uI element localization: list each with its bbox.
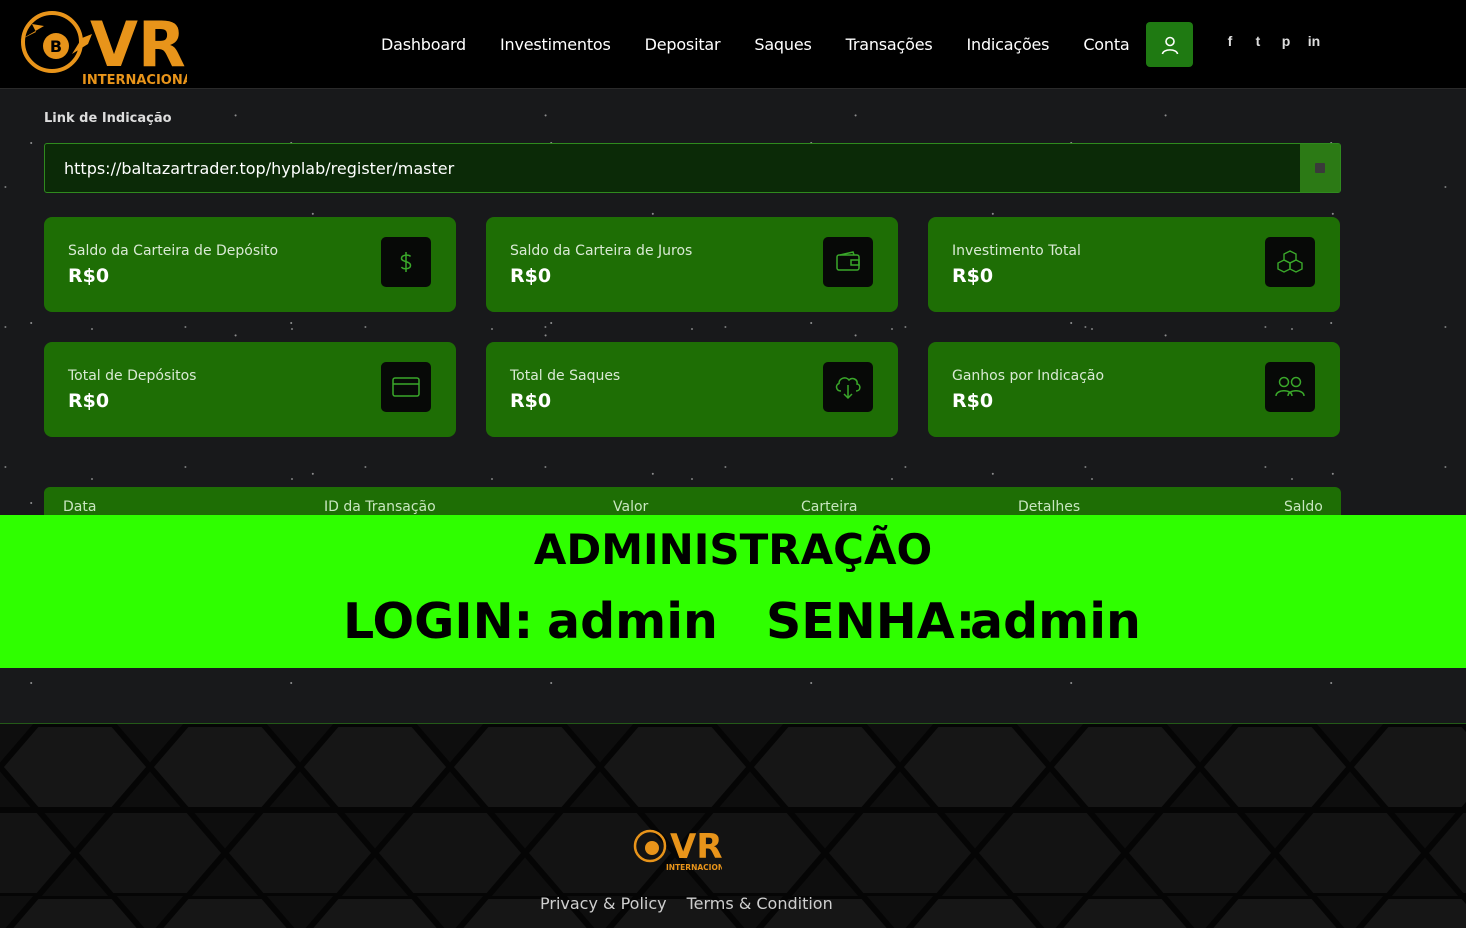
card-value: R$0 xyxy=(68,265,110,287)
password-value: admin xyxy=(970,593,1141,650)
card-value: R$0 xyxy=(68,390,110,412)
main-nav: Dashboard Investimentos Depositar Saques… xyxy=(381,30,1164,58)
nav-saques[interactable]: Saques xyxy=(754,35,811,54)
card-value: R$0 xyxy=(952,390,994,412)
svg-text:INTERNACIONAL: INTERNACIONAL xyxy=(82,73,187,86)
card-interest-wallet: Saldo da Carteira de Juros R$0 xyxy=(486,217,898,312)
column-header-saldo[interactable]: Saldo xyxy=(1284,499,1323,515)
nav-depositar[interactable]: Depositar xyxy=(645,35,721,54)
card-title: Saldo da Carteira de Juros xyxy=(510,243,693,259)
column-header-detalhes[interactable]: Detalhes xyxy=(1018,499,1080,515)
admin-credentials-banner: ADMINISTRAÇÃO LOGIN: admin SENHA: admin xyxy=(0,515,1466,668)
column-header-carteira[interactable]: Carteira xyxy=(801,499,857,515)
dollar-icon xyxy=(381,237,431,287)
svg-text:VR: VR xyxy=(670,827,722,867)
login-label: LOGIN: xyxy=(343,593,534,650)
svg-text:INTERNACIONAL: INTERNACIONAL xyxy=(666,863,722,872)
footer-logo[interactable]: VR INTERNACIONAL xyxy=(630,824,735,872)
social-links: f t p in xyxy=(1222,33,1322,49)
card-referral-earnings: Ganhos por Indicação R$0 xyxy=(928,342,1340,437)
card-total-withdrawals: Total de Saques R$0 xyxy=(486,342,898,437)
nav-investimentos[interactable]: Investimentos xyxy=(500,35,611,54)
top-header: B VR INTERNACIONAL Dashboard Investiment… xyxy=(0,0,1466,89)
wallet-icon xyxy=(823,237,873,287)
password-label: SENHA: xyxy=(766,593,976,650)
pinterest-icon[interactable]: p xyxy=(1278,33,1294,49)
card-value: R$0 xyxy=(952,265,994,287)
linkedin-icon[interactable]: in xyxy=(1306,33,1322,49)
card-total-investment: Investimento Total R$0 xyxy=(928,217,1340,312)
column-header-data[interactable]: Data xyxy=(63,499,96,515)
copy-link-button[interactable] xyxy=(1300,144,1340,192)
nav-indicacoes[interactable]: Indicações xyxy=(966,35,1049,54)
twitter-icon[interactable]: t xyxy=(1250,33,1266,49)
copy-icon xyxy=(1315,163,1325,173)
card-deposit-wallet: Saldo da Carteira de Depósito R$0 xyxy=(44,217,456,312)
facebook-icon[interactable]: f xyxy=(1222,33,1238,49)
referral-link-input[interactable] xyxy=(45,144,1301,192)
footer-links: Privacy & Policy Terms & Condition xyxy=(540,894,833,913)
referral-link-field xyxy=(44,143,1341,193)
nav-transacoes[interactable]: Transações xyxy=(846,35,933,54)
login-value: admin xyxy=(547,593,718,650)
card-title: Total de Depósitos xyxy=(68,368,197,384)
page-footer: VR INTERNACIONAL Privacy & Policy Terms … xyxy=(0,723,1466,928)
nav-dashboard[interactable]: Dashboard xyxy=(381,35,466,54)
privacy-policy-link[interactable]: Privacy & Policy xyxy=(540,894,667,913)
terms-condition-link[interactable]: Terms & Condition xyxy=(687,894,833,913)
cloud-download-icon xyxy=(823,362,873,412)
card-title: Total de Saques xyxy=(510,368,621,384)
site-logo[interactable]: B VR INTERNACIONAL xyxy=(12,4,201,88)
user-account-button[interactable] xyxy=(1146,22,1193,67)
nav-conta[interactable]: Conta xyxy=(1083,35,1129,54)
card-value: R$0 xyxy=(510,265,552,287)
referral-link-label: Link de Indicação xyxy=(44,111,172,126)
credit-card-icon xyxy=(381,362,431,412)
column-header-valor[interactable]: Valor xyxy=(613,499,648,515)
banner-title: ADMINISTRAÇÃO xyxy=(533,525,933,574)
users-icon xyxy=(1265,362,1315,412)
column-header-transaction-id[interactable]: ID da Transação xyxy=(324,499,436,515)
card-title: Investimento Total xyxy=(952,243,1081,259)
boxes-icon xyxy=(1265,237,1315,287)
user-icon xyxy=(1161,36,1178,54)
svg-text:VR: VR xyxy=(90,8,186,81)
card-title: Saldo da Carteira de Depósito xyxy=(68,243,279,259)
svg-text:B: B xyxy=(50,37,62,56)
card-total-deposits: Total de Depósitos R$0 xyxy=(44,342,456,437)
card-value: R$0 xyxy=(510,390,552,412)
card-title: Ganhos por Indicação xyxy=(952,368,1105,384)
